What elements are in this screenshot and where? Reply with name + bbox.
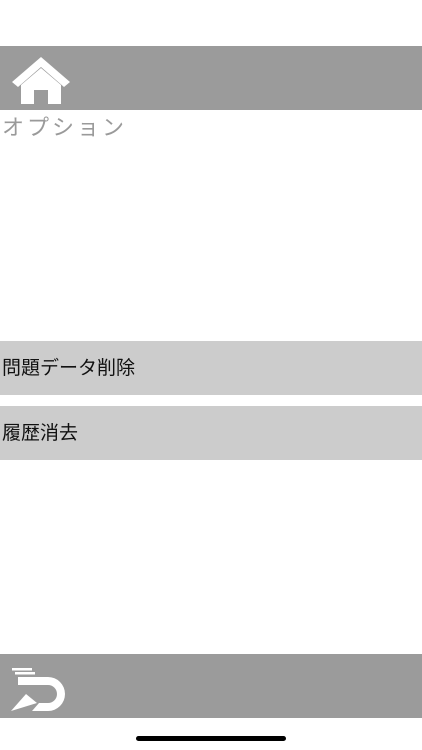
page-title: オプション [2, 116, 128, 141]
home-icon[interactable] [10, 54, 72, 104]
home-indicator[interactable] [136, 736, 286, 741]
top-bar [0, 46, 422, 110]
clear-history-button[interactable]: 履歴消去 [0, 406, 422, 460]
back-return-icon[interactable] [10, 662, 72, 712]
bottom-bar [0, 654, 422, 718]
delete-question-data-button[interactable]: 問題データ削除 [0, 341, 422, 395]
